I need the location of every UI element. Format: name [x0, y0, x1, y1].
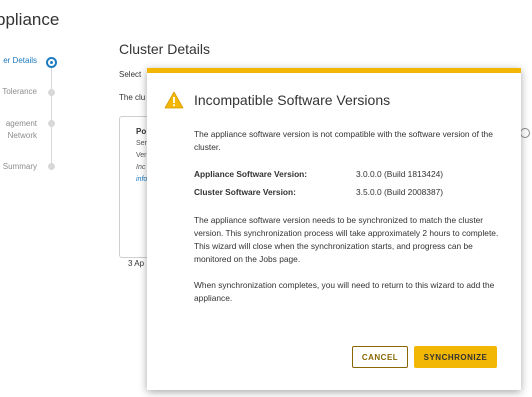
wizard-page: ppliance er Details Tolerance agement Ne…: [0, 0, 532, 397]
card-link[interactable]: info: [136, 176, 147, 183]
appliance-version-value: 3.0.0.0 (Build 1813424): [356, 169, 444, 179]
cluster-text: The clu: [119, 93, 146, 102]
warning-triangle-icon: [164, 91, 184, 109]
step-indicator: [48, 120, 55, 127]
step-label: agement: [5, 119, 37, 128]
cluster-version-row: Cluster Software Version: 3.5.0.0 (Build…: [194, 186, 500, 204]
step-indicator: [48, 163, 55, 170]
step-label: er Details: [3, 56, 37, 65]
appliance-version-label: Appliance Software Version:: [194, 169, 308, 179]
step-current-indicator: [46, 57, 57, 68]
card-radio[interactable]: [520, 128, 530, 138]
cluster-version-value: 3.5.0.0 (Build 2008387): [356, 187, 444, 197]
incompatible-versions-dialog: Incompatible Software Versions The appli…: [147, 68, 521, 390]
step-label: Tolerance: [2, 87, 37, 96]
cancel-button[interactable]: CANCEL: [352, 346, 408, 368]
dialog-body: The appliance software version is not co…: [194, 128, 500, 305]
appliance-count: 3 Ap: [128, 259, 145, 268]
select-instruction: Select: [119, 70, 142, 79]
page-heading: Cluster Details: [119, 41, 211, 57]
wizard-title: ppliance: [0, 10, 60, 29]
sync-note: The appliance software version needs to …: [194, 215, 499, 264]
card-line: Ver: [136, 152, 147, 159]
return-note: When synchronization completes, you will…: [194, 280, 495, 303]
intro-text: The appliance software version is not co…: [194, 129, 493, 152]
card-line: Inc: [136, 164, 146, 171]
appliance-version-row: Appliance Software Version: 3.0.0.0 (Bui…: [194, 168, 500, 186]
step-label: Network: [7, 131, 37, 140]
step-indicator: [48, 89, 55, 96]
synchronize-button[interactable]: SYNCHRONIZE: [414, 346, 497, 368]
cluster-version-label: Cluster Software Version:: [194, 187, 296, 197]
dialog-header: Incompatible Software Versions: [164, 91, 390, 109]
step-label: Summary: [2, 162, 37, 171]
stepper-line: [51, 62, 52, 170]
card-title: Po: [136, 127, 147, 136]
dialog-title: Incompatible Software Versions: [194, 92, 391, 108]
card-line: Ser: [136, 140, 147, 147]
